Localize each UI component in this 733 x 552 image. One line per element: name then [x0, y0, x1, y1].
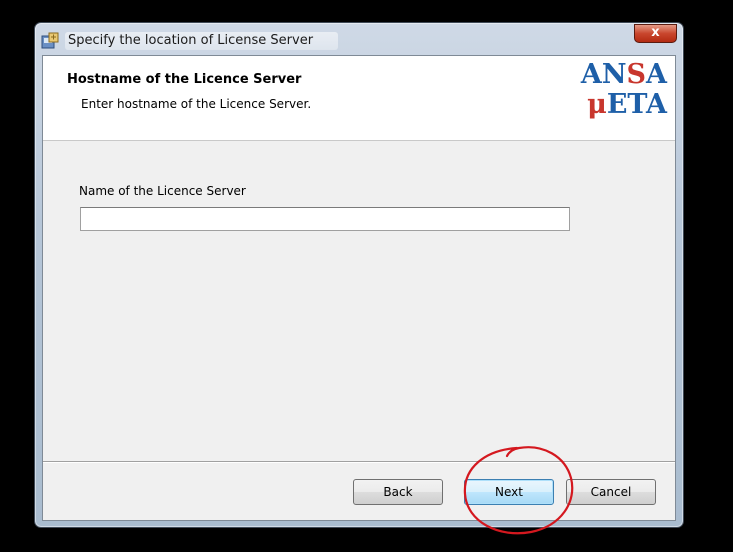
licence-server-input[interactable]: [80, 207, 570, 231]
logo-line-ansa: ANSA: [580, 59, 667, 90]
logo-line-meta: μETA: [587, 89, 667, 120]
installer-window: Specify the location of License Server x…: [34, 22, 684, 528]
page-subtitle: Enter hostname of the Licence Server.: [81, 97, 312, 111]
desktop-screen: Specify the location of License Server x…: [0, 0, 733, 552]
close-button[interactable]: x: [634, 24, 677, 43]
back-button[interactable]: Back: [353, 479, 443, 505]
dialog-client-area: Hostname of the Licence Server Enter hos…: [42, 55, 676, 521]
next-button[interactable]: Next: [464, 479, 554, 505]
ansa-meta-logo: ANSA μETA: [559, 60, 667, 120]
footer-separator: [43, 461, 675, 463]
header-banner: Hostname of the Licence Server Enter hos…: [43, 56, 675, 141]
window-title: Specify the location of License Server: [65, 32, 338, 50]
title-bar[interactable]: Specify the location of License Server x: [35, 23, 683, 55]
page-title: Hostname of the Licence Server: [67, 72, 302, 87]
installer-icon: [41, 32, 59, 50]
close-icon: x: [651, 25, 660, 40]
cancel-button[interactable]: Cancel: [566, 479, 656, 505]
licence-server-label: Name of the Licence Server: [79, 184, 246, 198]
